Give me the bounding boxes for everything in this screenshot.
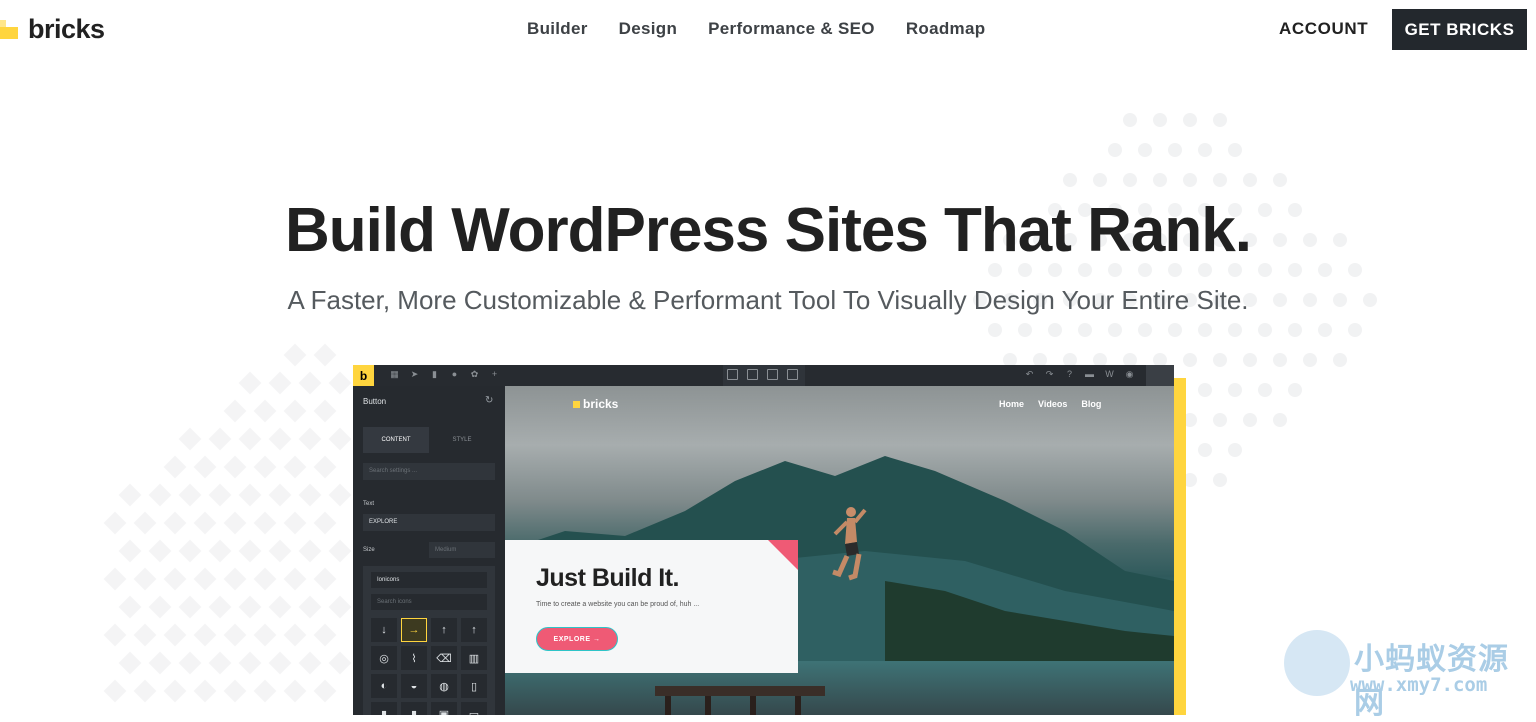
folder-icon[interactable]: ▬ (1084, 369, 1095, 380)
explore-button-label: EXPLORE (553, 635, 591, 643)
builder-toolbar: b ▦ ➤ ▮ ● ✿ + ↶ ↷ ? ▬ W ◉ (353, 365, 1174, 386)
icon-grid: ↓ → ↑ ↑ ◎ ⌇ ⌫ ▥ ◐ ◒ ◍ ▯ ▮ ▮ ▣ ▭ (371, 618, 487, 715)
hero-card: Just Build It. Time to create a website … (505, 540, 798, 673)
icon-picker: Ionicons Search icons ↓ → ↑ ↑ ◎ ⌇ ⌫ ▥ ◐ … (363, 566, 495, 715)
size-label: Size (363, 547, 375, 553)
mobile-icon[interactable] (787, 369, 798, 380)
preview-logo-text: bricks (583, 397, 619, 411)
add-icon[interactable]: + (489, 369, 500, 380)
arrow-up-thin-icon[interactable]: ↑ (461, 618, 487, 642)
main-nav: Builder Design Performance & SEO Roadmap (527, 19, 985, 39)
landscape-icon[interactable] (767, 369, 778, 380)
desktop-icon[interactable] (727, 369, 738, 380)
redo-icon[interactable]: ↷ (1044, 369, 1055, 380)
reset-icon[interactable]: ↻ (485, 395, 493, 406)
preview-logo[interactable]: bricks (573, 397, 618, 411)
preview-nav-home[interactable]: Home (999, 399, 1024, 409)
basket-icon[interactable]: ◒ (401, 674, 427, 698)
preview-nav: Home Videos Blog (999, 399, 1101, 409)
preview-nav-videos[interactable]: Videos (1038, 399, 1067, 409)
get-bricks-button[interactable]: GET BRICKS (1392, 9, 1527, 50)
preview-nav-blog[interactable]: Blog (1081, 399, 1101, 409)
text-label: Text (363, 501, 375, 507)
baseball-icon[interactable]: ◐ (371, 674, 397, 698)
pier-image (655, 686, 825, 715)
decorative-diamond-pattern (103, 343, 352, 703)
icon-library-select[interactable]: Ionicons (371, 572, 487, 588)
watermark: 小蚂蚁资源网 www.xmy7.com (1282, 628, 1536, 721)
elements-icon[interactable]: ▦ (389, 369, 400, 380)
wordpress-icon[interactable]: W (1104, 369, 1115, 380)
bricks-logo-icon (0, 19, 22, 41)
card-corner-accent (768, 540, 798, 570)
attach-icon[interactable]: ⌇ (401, 646, 427, 670)
at-icon[interactable]: ◎ (371, 646, 397, 670)
tab-content[interactable]: CONTENT (363, 427, 429, 453)
nav-item-performance-seo[interactable]: Performance & SEO (708, 19, 875, 39)
settings-search-input[interactable]: Search settings ... (363, 463, 495, 480)
settings-icon[interactable]: ✿ (469, 369, 480, 380)
preview-eye-icon[interactable]: ◉ (1124, 369, 1135, 380)
bottle-icon[interactable]: ▮ (401, 702, 427, 715)
basketball-icon[interactable]: ◍ (431, 674, 457, 698)
explore-button[interactable]: EXPLORE → (536, 627, 618, 651)
watermark-logo-icon (1284, 630, 1350, 696)
accent-border (1174, 378, 1186, 715)
history-icon[interactable]: ● (449, 369, 460, 380)
arrow-right-icon[interactable]: → (401, 618, 427, 642)
arrow-up-icon[interactable]: ↑ (431, 618, 457, 642)
panel-title: Button (363, 397, 387, 406)
bed-icon[interactable]: ▭ (461, 702, 487, 715)
help-icon[interactable]: ? (1064, 369, 1075, 380)
builder-screenshot: b ▦ ➤ ▮ ● ✿ + ↶ ↷ ? ▬ W ◉ Button ↻ CONTE… (353, 365, 1174, 715)
nav-item-builder[interactable]: Builder (527, 19, 588, 39)
nav-item-design[interactable]: Design (619, 19, 677, 39)
watermark-url: www.xmy7.com (1350, 674, 1488, 696)
hero-title: Build WordPress Sites That Rank. (285, 196, 1252, 265)
logo-text: bricks (28, 14, 105, 44)
tab-style[interactable]: STYLE (429, 427, 495, 453)
panel-tabs: CONTENT STYLE (363, 427, 495, 453)
beaker-icon[interactable]: ▮ (371, 702, 397, 715)
arrow-right-icon: → (592, 635, 601, 643)
text-field[interactable]: EXPLORE (363, 514, 495, 531)
battery-icon[interactable]: ▯ (461, 674, 487, 698)
nav-item-roadmap[interactable]: Roadmap (906, 19, 986, 39)
breakpoint-switcher (723, 365, 805, 386)
jumping-person-image (832, 507, 867, 581)
icon-search-input[interactable]: Search icons (371, 594, 487, 610)
barcode-icon[interactable]: ▥ (461, 646, 487, 670)
toolbar-left-icons: ▦ ➤ ▮ ● ✿ + (389, 369, 500, 380)
card-title: Just Build It. (536, 564, 680, 592)
toolbar-right-icons: ↶ ↷ ? ▬ W ◉ (1024, 369, 1135, 380)
tablet-icon[interactable] (747, 369, 758, 380)
preview-logo-icon (573, 400, 580, 408)
card-subtitle: Time to create a website you can be prou… (536, 601, 700, 608)
arrow-down-icon[interactable]: ↓ (371, 618, 397, 642)
hero-subtitle: A Faster, More Customizable & Performant… (287, 285, 1249, 315)
cursor-icon[interactable]: ➤ (409, 369, 420, 380)
account-link[interactable]: ACCOUNT (1279, 19, 1368, 39)
canvas-preview: bricks Home Videos Blog Just Build It. T… (505, 386, 1174, 715)
site-logo[interactable]: bricks (0, 14, 105, 45)
undo-icon[interactable]: ↶ (1024, 369, 1035, 380)
book-icon[interactable]: ▣ (431, 702, 457, 715)
settings-panel: Button ↻ CONTENT STYLE Search settings .… (353, 386, 505, 715)
save-button[interactable] (1146, 365, 1174, 386)
pages-icon[interactable]: ▮ (429, 369, 440, 380)
site-header: bricks Builder Design Performance & SEO … (0, 0, 1536, 60)
size-select[interactable]: Medium (429, 542, 495, 558)
backspace-icon[interactable]: ⌫ (431, 646, 457, 670)
builder-logo-icon[interactable]: b (353, 365, 374, 386)
